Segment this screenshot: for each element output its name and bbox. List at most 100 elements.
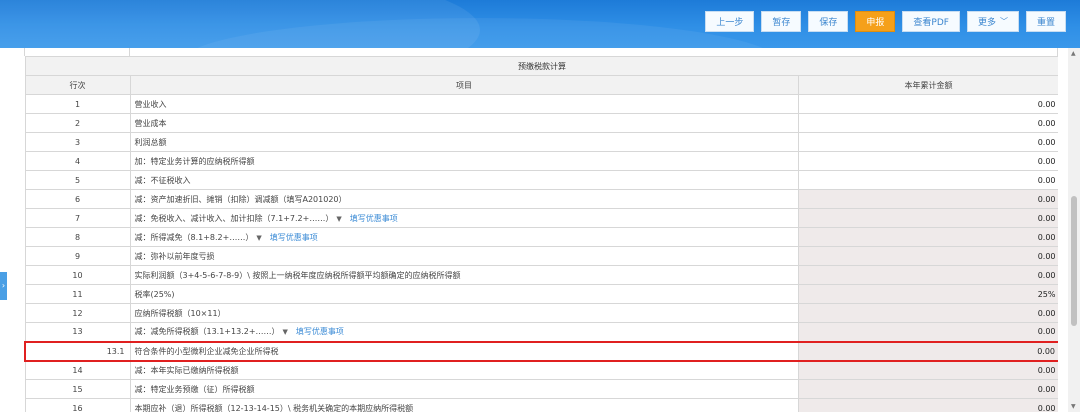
more-dropdown[interactable]: 更多 ﹀	[966, 11, 1019, 32]
expand-sidebar-handle[interactable]: ›	[0, 272, 7, 300]
item-label: 减：特定业务预缴（征）所得税额	[134, 384, 255, 394]
item-label: 本期应补（退）所得税额（12-13-14-15）\ 税务机关确定的本期应纳所得税…	[134, 403, 414, 412]
table-row: 14 减：本年实际已缴纳所得税额 0.00	[24, 360, 1058, 380]
line-number: 16	[24, 398, 131, 412]
item-cell: 本期应补（退）所得税额（12-13-14-15）\ 税务机关确定的本期应纳所得税…	[129, 398, 799, 412]
item-label: 营业收入	[134, 99, 167, 109]
item-label: 减：不征税收入	[134, 175, 191, 185]
amount-readonly: 0.00	[797, 322, 1058, 342]
scroll-up-icon[interactable]: ▲	[1071, 50, 1076, 57]
line-number: 11	[24, 284, 131, 304]
dropdown-arrow-icon[interactable]: ▼	[336, 215, 341, 223]
item-cell: 减：资产加速折旧、摊销（扣除）调减额（填写A201020）	[129, 189, 799, 209]
scroll-thumb[interactable]	[1071, 196, 1077, 326]
item-label: 减：免税收入、减计收入、加计扣除（7.1+7.2+……）	[134, 213, 334, 223]
item-cell: 减：免税收入、减计收入、加计扣除（7.1+7.2+……） ▼ 填写优惠事项	[129, 208, 799, 228]
amount-readonly: 0.00	[797, 398, 1058, 412]
table-row: 8 减：所得减免（8.1+8.2+……） ▼ 填写优惠事项 0.00	[24, 227, 1058, 247]
item-cell: 营业收入	[129, 94, 799, 114]
toolbar-buttons: 上一步 暂存 保存 申报 查看PDF 更多 ﹀ 重置	[705, 11, 1066, 32]
item-label: 营业成本	[134, 118, 167, 128]
section-title: 预缴税款计算	[24, 56, 1058, 76]
amount-readonly: 0.00	[797, 360, 1058, 380]
table-row: 7 减：免税收入、减计收入、加计扣除（7.1+7.2+……） ▼ 填写优惠事项 0.00	[24, 208, 1058, 228]
amount-input[interactable]: 0.00	[797, 132, 1058, 152]
item-cell: 税率(25%)	[129, 284, 799, 304]
line-number: 5	[24, 170, 131, 190]
item-cell: 减：减免所得税额（13.1+13.2+……） ▼ 填写优惠事项	[129, 322, 799, 342]
item-cell: 符合条件的小型微利企业减免企业所得税	[129, 340, 799, 362]
amount-readonly: 0.00	[797, 379, 1058, 399]
item-label: 减：减免所得税额（13.1+13.2+……）	[134, 327, 280, 337]
amount-input[interactable]: 0.00	[797, 151, 1058, 171]
line-number: 12	[24, 303, 131, 323]
table-row: 1 营业收入 0.00	[24, 94, 1058, 114]
previous-section-edge	[24, 48, 1058, 56]
col-header-line-no: 行次	[24, 75, 131, 95]
prepaid-tax-table: 预缴税款计算 行次 项目 本年累计金额 1 营业收入 0.00 2 营业成本 0.00 3 利…	[24, 56, 1058, 412]
item-label: 应纳所得税额（10×11）	[134, 308, 226, 318]
table-row: 10 实际利润额（3+4-5-6-7-8-9）\ 按照上一纳税年度应纳税所得额平均…	[24, 265, 1058, 285]
item-label: 减：弥补以前年度亏损	[134, 251, 215, 261]
scroll-down-icon[interactable]: ▼	[1071, 403, 1076, 410]
item-cell: 加：特定业务计算的应纳税所得额	[129, 151, 799, 171]
line-number: 6	[24, 189, 131, 209]
dropdown-arrow-icon[interactable]: ▼	[283, 328, 288, 336]
item-label: 实际利润额（3+4-5-6-7-8-9）\ 按照上一纳税年度应纳税所得额平均额确…	[134, 270, 461, 280]
amount-readonly: 0.00	[797, 265, 1058, 285]
chevron-down-icon: ﹀	[999, 17, 1008, 26]
table-row: 2 营业成本 0.00	[24, 113, 1058, 133]
item-cell: 利润总额	[129, 132, 799, 152]
table-row: 9 减：弥补以前年度亏损 0.00	[24, 246, 1058, 266]
amount-input[interactable]: 0.00	[797, 94, 1058, 114]
item-cell: 实际利润额（3+4-5-6-7-8-9）\ 按照上一纳税年度应纳税所得额平均额确…	[129, 265, 799, 285]
table-row: 4 加：特定业务计算的应纳税所得额 0.00	[24, 151, 1058, 171]
line-number: 2	[24, 113, 131, 133]
amount-readonly: 0.00	[797, 227, 1058, 247]
reset-button[interactable]: 重置	[1025, 11, 1066, 32]
table-row: 6 减：资产加速折旧、摊销（扣除）调减额（填写A201020） 0.00	[24, 189, 1058, 209]
table-row: 12 应纳所得税额（10×11） 0.00	[24, 303, 1058, 323]
item-label: 加：特定业务计算的应纳税所得额	[134, 156, 255, 166]
item-label: 减：本年实际已缴纳所得税额	[134, 365, 239, 375]
table-row: 15 减：特定业务预缴（征）所得税额 0.00	[24, 379, 1058, 399]
col-header-item: 项目	[129, 75, 799, 95]
dropdown-arrow-icon[interactable]: ▼	[256, 234, 261, 242]
line-number: 13	[24, 322, 131, 342]
item-cell: 减：所得减免（8.1+8.2+……） ▼ 填写优惠事项	[129, 227, 799, 247]
item-cell: 减：弥补以前年度亏损	[129, 246, 799, 266]
draft-button[interactable]: 暂存	[761, 11, 802, 32]
amount-input[interactable]: 0.00	[797, 113, 1058, 133]
fill-preference-link[interactable]: 填写优惠事项	[350, 214, 398, 223]
line-number: 1	[24, 94, 131, 114]
item-cell: 营业成本	[129, 113, 799, 133]
table-row: 11 税率(25%) 25%	[24, 284, 1058, 304]
amount-input[interactable]: 0.00	[797, 170, 1058, 190]
amount-readonly: 0.00	[797, 246, 1058, 266]
table-row: 16 本期应补（退）所得税额（12-13-14-15）\ 税务机关确定的本期应纳所…	[24, 398, 1058, 412]
fill-preference-link[interactable]: 填写优惠事项	[296, 327, 344, 336]
item-label: 减：所得减免（8.1+8.2+……）	[134, 232, 254, 242]
line-number: 15	[24, 379, 131, 399]
amount-readonly: 0.00	[797, 208, 1058, 228]
save-button[interactable]: 保存	[808, 11, 849, 32]
more-label: 更多	[977, 18, 996, 28]
item-label: 减：资产加速折旧、摊销（扣除）调减额（填写A201020）	[134, 194, 347, 204]
submit-button[interactable]: 申报	[855, 11, 896, 32]
tax-form-table-area: 预缴税款计算 行次 项目 本年累计金额 1 营业收入 0.00 2 营业成本 0.00 3 利…	[24, 48, 1058, 412]
line-number: 3	[24, 132, 131, 152]
table-row: 5 减：不征税收入 0.00	[24, 170, 1058, 190]
prev-step-button[interactable]: 上一步	[705, 11, 755, 32]
item-cell: 减：本年实际已缴纳所得税额	[129, 360, 799, 380]
amount-readonly: 0.00	[797, 340, 1058, 362]
col-header-amount: 本年累计金额	[797, 75, 1058, 95]
table-header-row: 行次 项目 本年累计金额	[24, 75, 1058, 95]
fill-preference-link[interactable]: 填写优惠事项	[270, 233, 318, 242]
view-pdf-button[interactable]: 查看PDF	[902, 11, 960, 32]
line-number: 9	[24, 246, 131, 266]
vertical-scrollbar[interactable]: ▲ ▼	[1068, 48, 1080, 412]
item-cell: 减：特定业务预缴（征）所得税额	[129, 379, 799, 399]
line-number: 8	[24, 227, 131, 247]
line-number: 7	[24, 208, 131, 228]
amount-readonly: 25%	[797, 284, 1058, 304]
